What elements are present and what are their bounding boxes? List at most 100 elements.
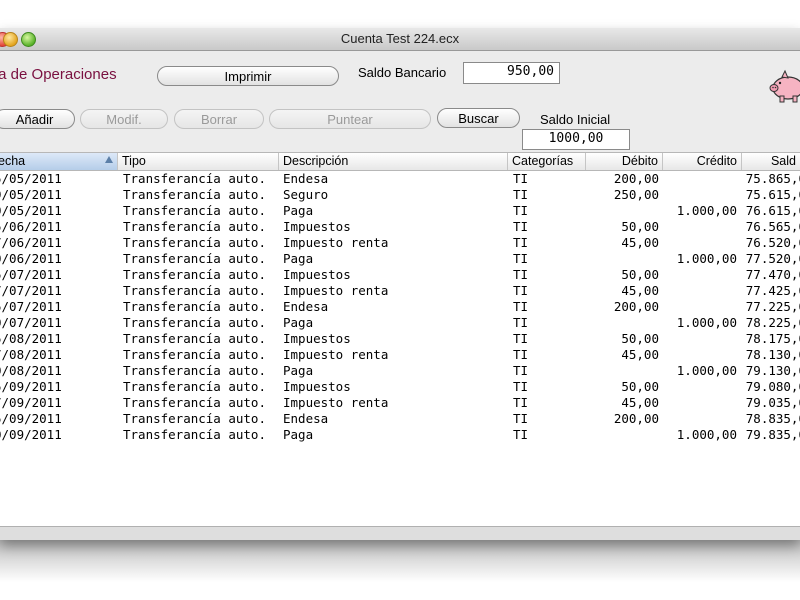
cell-saldo: 77.225,0 (745, 299, 800, 314)
cell-fecha: 5/07/2011 (0, 267, 62, 282)
cell-debito: 45,00 (621, 283, 659, 298)
cell-saldo: 78.225,0 (745, 315, 800, 330)
cell-fecha: 0/05/2011 (0, 203, 62, 218)
cell-fecha: 5/09/2011 (0, 411, 62, 426)
cell-debito: 50,00 (621, 267, 659, 282)
cell-debito: 50,00 (621, 379, 659, 394)
cell-saldo: 77.520,0 (745, 251, 800, 266)
column-header-label: echa (0, 154, 26, 168)
cell-fecha: 5/08/2011 (0, 331, 62, 346)
cell-categoria: TI (513, 251, 529, 266)
column-header-tipo[interactable]: Tipo (118, 153, 279, 170)
cell-categoria: TI (513, 299, 529, 314)
column-header-categorias[interactable]: Categorías (508, 153, 586, 170)
table-row[interactable]: 9/05/2011 Transferancía auto. Seguro TI 250,… (0, 187, 800, 203)
cell-categoria: TI (513, 331, 529, 346)
cell-credito: 1.000,00 (676, 315, 737, 330)
cell-debito (586, 427, 659, 443)
delete-button[interactable]: Borrar (174, 109, 264, 129)
cell-credito (663, 331, 737, 347)
table-row[interactable]: 5/06/2011 Transferancía auto. Impuestos TI 5… (0, 219, 800, 235)
table-row[interactable]: 5/07/2011 Transferancía auto. Endesa TI 200,… (0, 299, 800, 315)
print-button[interactable]: Imprimir (157, 66, 339, 86)
cell-tipo: Transferancía auto. (123, 251, 266, 266)
cell-categoria: TI (513, 267, 529, 282)
cell-tipo: Transferancía auto. (123, 427, 266, 442)
cell-debito: 200,00 (613, 171, 659, 186)
cell-descripcion: Impuesto renta (283, 347, 389, 362)
pig-icon (769, 69, 800, 103)
search-button[interactable]: Buscar (437, 108, 520, 128)
bank-balance-label: Saldo Bancario (358, 65, 447, 80)
cell-descripcion: Impuestos (283, 267, 351, 282)
cell-credito (663, 235, 737, 251)
table-header: echa Tipo Descripción Categorías Débito … (0, 153, 800, 171)
add-button[interactable]: Añadir (0, 109, 75, 129)
cell-fecha: 5/09/2011 (0, 379, 62, 394)
cell-descripcion: Paga (283, 427, 314, 442)
cell-saldo: 78.175,0 (745, 331, 800, 346)
cell-saldo: 77.470,0 (745, 267, 800, 282)
cell-credito (663, 187, 737, 203)
cell-descripcion: Paga (283, 363, 314, 378)
cell-credito (663, 411, 737, 427)
table-row[interactable]: 0/05/2011 Transferancía auto. Paga TI 1.000,… (0, 203, 800, 219)
initial-balance-field[interactable]: 1000,00 (522, 129, 630, 150)
table-row[interactable]: 7/06/2011 Transferancía auto. Impuesto ren… (0, 235, 800, 251)
cell-tipo: Transferancía auto. (123, 283, 266, 298)
cell-fecha: 7/09/2011 (0, 395, 62, 410)
column-header-debito[interactable]: Débito (586, 153, 663, 170)
bank-balance-field: 950,00 (463, 62, 560, 84)
cell-saldo: 78.835,0 (745, 411, 800, 426)
table-row[interactable]: 0/09/2011 Transferancía auto. Paga TI 1.000,… (0, 427, 800, 443)
cell-tipo: Transferancía auto. (123, 379, 266, 394)
column-header-saldo[interactable]: Sald (742, 153, 800, 170)
cell-categoria: TI (513, 411, 529, 426)
column-header-fecha[interactable]: echa (0, 153, 118, 170)
cell-fecha: 7/08/2011 (0, 347, 62, 362)
table-row[interactable]: 5/09/2011 Transferancía auto. Impuestos TI 5… (0, 379, 800, 395)
column-header-descripcion[interactable]: Descripción (279, 153, 508, 170)
table-row[interactable]: 0/06/2011 Transferancía auto. Paga TI 1.000,… (0, 251, 800, 267)
cell-debito: 50,00 (621, 219, 659, 234)
cell-saldo: 75.615,0 (745, 187, 800, 202)
table-row[interactable]: 5/05/2011 Transferancía auto. Endesa TI 200,… (0, 171, 800, 187)
table-row[interactable]: 7/08/2011 Transferancía auto. Impuesto ren… (0, 347, 800, 363)
cell-tipo: Transferancía auto. (123, 219, 266, 234)
cell-descripcion: Impuestos (283, 331, 351, 346)
table-row[interactable]: 5/09/2011 Transferancía auto. Endesa TI 200,… (0, 411, 800, 427)
table-row[interactable]: 7/07/2011 Transferancía auto. Impuesto ren… (0, 283, 800, 299)
app-window: Cuenta Test 224.ecx ta de Operaciones Im… (0, 28, 800, 540)
modify-button[interactable]: Modif. (80, 109, 168, 129)
cell-descripcion: Impuestos (283, 379, 351, 394)
cell-saldo: 76.565,0 (745, 219, 800, 234)
cell-credito (663, 379, 737, 395)
cell-tipo: Transferancía auto. (123, 347, 266, 362)
column-header-credito[interactable]: Crédito (663, 153, 742, 170)
table-row[interactable]: 0/08/2011 Transferancía auto. Paga TI 1.000,… (0, 363, 800, 379)
cell-saldo: 76.615,0 (745, 203, 800, 218)
cell-debito: 200,00 (613, 411, 659, 426)
cell-descripcion: Paga (283, 315, 314, 330)
cell-descripcion: Seguro (283, 187, 329, 202)
table-row[interactable]: 5/07/2011 Transferancía auto. Impuestos TI 5… (0, 267, 800, 283)
cell-fecha: 5/05/2011 (0, 171, 62, 186)
table-row[interactable]: 5/08/2011 Transferancía auto. Impuestos TI 5… (0, 331, 800, 347)
cell-debito: 200,00 (613, 299, 659, 314)
cell-categoria: TI (513, 315, 529, 330)
cell-tipo: Transferancía auto. (123, 395, 266, 410)
cell-credito: 1.000,00 (676, 363, 737, 378)
cell-tipo: Transferancía auto. (123, 171, 266, 186)
table-row[interactable]: 0/07/2011 Transferancía auto. Paga TI 1.000,… (0, 315, 800, 331)
cell-fecha: 0/08/2011 (0, 363, 62, 378)
cell-credito (663, 267, 737, 283)
cell-credito (663, 219, 737, 235)
cell-debito: 45,00 (621, 347, 659, 362)
title-bar[interactable]: Cuenta Test 224.ecx (0, 28, 800, 51)
cell-credito (663, 299, 737, 315)
tick-button[interactable]: Puntear (269, 109, 431, 129)
cell-debito: 45,00 (621, 395, 659, 410)
table-row[interactable]: 7/09/2011 Transferancía auto. Impuesto ren… (0, 395, 800, 411)
cell-descripcion: Paga (283, 203, 314, 218)
cell-tipo: Transferancía auto. (123, 331, 266, 346)
